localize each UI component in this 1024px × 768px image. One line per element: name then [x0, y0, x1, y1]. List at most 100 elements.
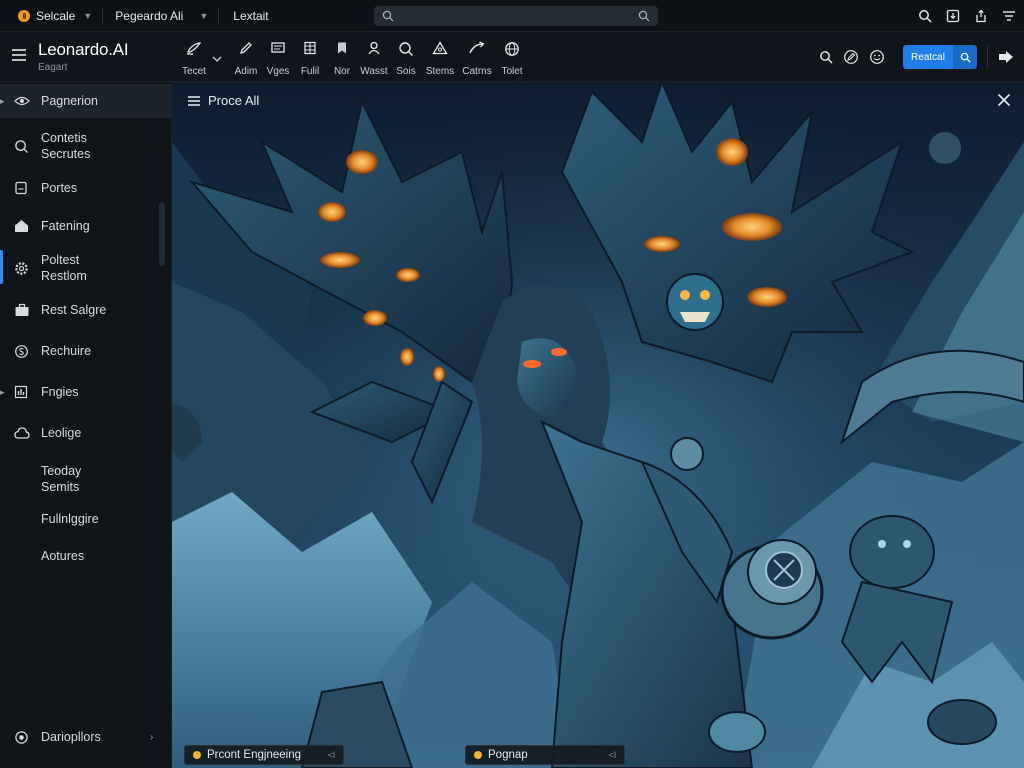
share-icon[interactable]: [974, 9, 988, 23]
tool-group: Tecet Adim Vges Fulil Nor Wasst Sois Ste…: [178, 38, 528, 78]
tool-fulil[interactable]: Fulil: [294, 38, 326, 78]
tool-label: Vges: [266, 66, 290, 77]
tool-vges[interactable]: Vges: [262, 38, 294, 78]
sidebar-item-label: Fullnlggire: [41, 512, 99, 526]
pencil-icon: [239, 42, 252, 55]
tab-selcale[interactable]: Selcale ▼: [0, 0, 102, 32]
tool-label: Wasst: [360, 66, 388, 77]
sidebar-item-poltest[interactable]: Poltest Restlom: [0, 250, 172, 286]
frame-icon: [271, 42, 285, 53]
briefcase-icon: [15, 303, 29, 316]
search-icon: [399, 42, 413, 56]
tool-dropdown[interactable]: [210, 38, 224, 78]
sidebar-item-label: Fatening: [41, 219, 90, 233]
top-right-actions: [918, 0, 1016, 32]
app-toolbar: Leonardo.AI Eagart Tecet Adim Vges Fulil…: [0, 32, 1024, 82]
fantasy-artwork: [172, 82, 1024, 768]
sidebar-item-label: Contetis Secrutes: [41, 130, 90, 162]
dollar-icon: [15, 344, 28, 358]
sidebar-item-rest-salgre[interactable]: Rest Salgre: [0, 300, 172, 320]
chip-label: Prcont Engjneeing: [207, 749, 301, 761]
search-icon[interactable]: [918, 9, 932, 23]
tool-wasst[interactable]: Wasst: [358, 38, 390, 78]
sidebar-item-fngies[interactable]: ▸ Fngies: [0, 382, 172, 402]
eye-icon: [14, 96, 30, 106]
sidebar-footer-label: Dariopllors: [41, 730, 101, 744]
tool-label: Stems: [425, 66, 455, 77]
tab-label: Pegeardo Ali: [115, 8, 184, 23]
sidebar-item-leolige[interactable]: Leolige: [0, 423, 172, 443]
tool-label: Tolet: [501, 66, 523, 77]
tab-pegeardo[interactable]: Pegeardo Ali ▼: [103, 0, 218, 32]
tool-tecet[interactable]: Tecet: [178, 38, 210, 78]
arrow-icon: [469, 41, 485, 54]
sidebar-item-label: Pagnerion: [41, 94, 98, 108]
chart-icon: [14, 385, 28, 399]
divider: [987, 46, 988, 68]
tool-label: Tecet: [182, 66, 206, 77]
person-icon: [368, 41, 380, 55]
tool-adim[interactable]: Adim: [230, 38, 262, 78]
tool-catrns[interactable]: Catrns: [458, 38, 496, 78]
search-icon: [960, 52, 971, 63]
chevron-down-icon: ▼: [199, 10, 209, 21]
export-icon[interactable]: [998, 50, 1014, 64]
tool-nor[interactable]: Nor: [326, 38, 358, 78]
tool-tolet[interactable]: Tolet: [496, 38, 528, 78]
primary-button-label: Reatcal: [911, 51, 945, 63]
generated-image-canvas[interactable]: [172, 82, 1024, 768]
prompt-chip[interactable]: Prcont Engjneeing <l: [184, 745, 344, 765]
pognap-chip[interactable]: Pognap <l: [465, 745, 625, 765]
sidebar-item-label: Portes: [41, 181, 78, 195]
search-icon[interactable]: [638, 10, 650, 22]
tool-label: Sois: [396, 66, 416, 77]
sidebar-item-line2: Semits: [41, 480, 80, 494]
app-logo-icon: [18, 9, 30, 22]
close-icon[interactable]: [997, 93, 1011, 107]
app-title: Leonardo.AI: [38, 40, 129, 59]
cloud-icon: [14, 427, 30, 439]
smile-icon[interactable]: [869, 49, 885, 65]
chevron-right-icon: ▸: [0, 95, 5, 106]
chevron-right-icon: ›: [150, 731, 154, 743]
filter-icon[interactable]: [1002, 9, 1016, 23]
search-input[interactable]: [374, 6, 658, 26]
download-icon[interactable]: [946, 9, 960, 23]
sidebar-item-contetis[interactable]: Contetis Secrutes: [0, 128, 172, 164]
brush-icon: [186, 42, 202, 55]
primary-search-button[interactable]: [953, 45, 977, 69]
creature-bottom: [927, 699, 997, 745]
menu-icon[interactable]: [188, 95, 200, 106]
menu-icon[interactable]: [12, 49, 26, 61]
sidebar-item-pagnerion[interactable]: ▸ Pagnerion: [0, 84, 172, 118]
sidebar-item-fatening[interactable]: Fatening: [0, 216, 172, 236]
sidebar-item-label: Rechuire: [41, 344, 92, 358]
document-icon: [15, 181, 27, 195]
sidebar-item-portes[interactable]: Portes: [0, 178, 172, 198]
search-icon[interactable]: [819, 50, 833, 64]
home-icon: [15, 220, 28, 232]
sidebar-item-line1: Teoday: [41, 464, 82, 478]
canvas-header: Proce All: [188, 93, 259, 108]
sidebar-item-teoday[interactable]: Teoday Semits: [0, 461, 172, 497]
right-actions: Reatcal: [819, 44, 1014, 70]
tool-stems[interactable]: Stems: [422, 38, 458, 78]
triangle-icon: [432, 41, 448, 55]
sidebar-footer-item[interactable]: Dariopllors ›: [0, 727, 172, 747]
sidebar-item-line1: Contetis: [41, 131, 87, 145]
tab-label: Lextait: [233, 8, 269, 23]
globe-icon: [505, 42, 519, 56]
sidebar-item-aotures[interactable]: Aotures: [0, 546, 172, 566]
chevron-down-icon: ▼: [83, 10, 93, 21]
sidebar-item-line1: Poltest: [41, 253, 80, 267]
search-icon: [15, 139, 29, 153]
tool-sois[interactable]: Sois: [390, 38, 422, 78]
primary-button[interactable]: Reatcal: [903, 45, 953, 69]
sidebar-item-rechuire[interactable]: Rechuire: [0, 341, 172, 361]
sidebar-item-label: Fngies: [41, 385, 79, 399]
brand: Leonardo.AI Eagart: [38, 40, 129, 73]
edit-icon[interactable]: [843, 49, 859, 65]
chip-label: Pognap: [488, 749, 528, 761]
sidebar-item-fullnlggire[interactable]: Fullnlggire: [0, 509, 172, 529]
tab-lextait[interactable]: Lextait: [219, 0, 278, 32]
